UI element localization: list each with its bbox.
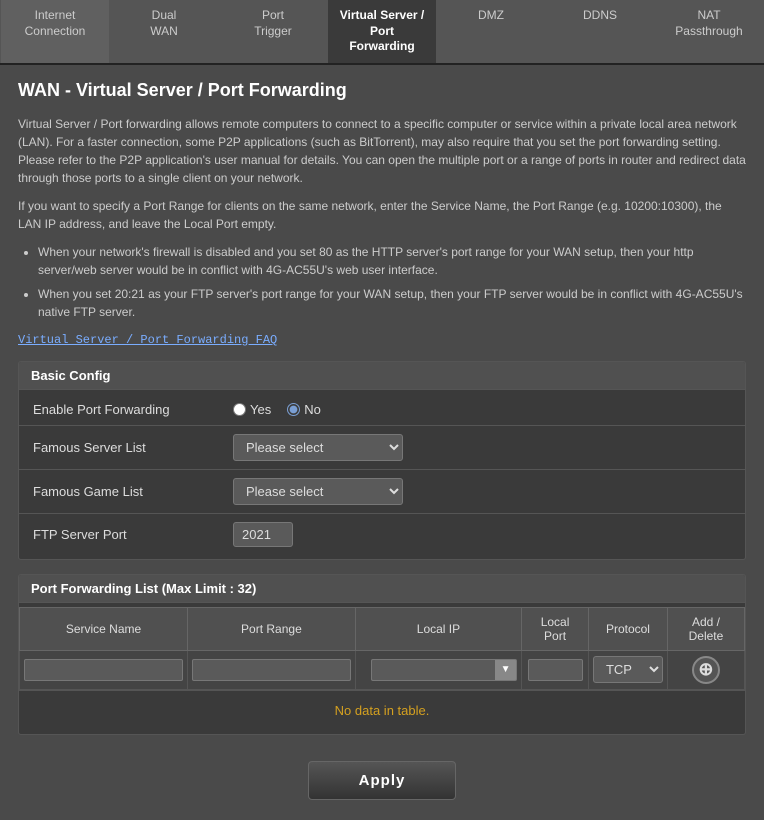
port-forwarding-list-body: Service Name Port Range Local IP Local P… — [19, 603, 745, 734]
enable-port-forwarding-label: Enable Port Forwarding — [33, 402, 233, 417]
col-local-ip: Local IP — [355, 607, 521, 650]
enable-port-forwarding-controls: Yes No — [233, 402, 731, 417]
cell-local-port — [522, 650, 589, 689]
apply-button-wrapper: Apply — [18, 749, 746, 806]
description-1: Virtual Server / Port forwarding allows … — [18, 115, 746, 187]
faq-link[interactable]: Virtual Server / Port Forwarding FAQ — [18, 333, 277, 347]
ftp-server-port-label: FTP Server Port — [33, 527, 233, 542]
tab-dual-wan[interactable]: DualWAN — [110, 0, 219, 63]
cell-protocol: TCP UDP BOTH — [588, 650, 667, 689]
cell-service-name — [20, 650, 188, 689]
tab-internet-connection[interactable]: InternetConnection — [0, 0, 110, 63]
col-port-range: Port Range — [188, 607, 356, 650]
famous-game-control: Please select — [233, 478, 731, 505]
col-service-name: Service Name — [20, 607, 188, 650]
ftp-server-port-control — [233, 522, 731, 547]
col-protocol: Protocol — [588, 607, 667, 650]
description-2: If you want to specify a Port Range for … — [18, 197, 746, 233]
add-row-button[interactable]: ⊕ — [692, 656, 720, 684]
tab-nat-passthrough[interactable]: NATPassthrough — [655, 0, 764, 63]
port-forwarding-list-panel: Port Forwarding List (Max Limit : 32) Se… — [18, 574, 746, 735]
enable-port-forwarding-row: Enable Port Forwarding Yes No — [19, 394, 745, 426]
cell-add-delete: ⊕ — [667, 650, 744, 689]
main-content: WAN - Virtual Server / Port Forwarding V… — [0, 65, 764, 820]
famous-server-select[interactable]: Please select — [233, 434, 403, 461]
no-data-message: No data in table. — [19, 690, 745, 730]
tab-dmz[interactable]: DMZ — [437, 0, 546, 63]
radio-yes-label: Yes — [250, 402, 271, 417]
famous-game-label: Famous Game List — [33, 484, 233, 499]
page-title: WAN - Virtual Server / Port Forwarding — [18, 80, 746, 101]
table-input-row: ▼ TCP UDP BOTH — [20, 650, 745, 689]
radio-group-port-forwarding: Yes No — [233, 402, 731, 417]
col-add-delete: Add / Delete — [667, 607, 744, 650]
tab-ddns[interactable]: DDNS — [546, 0, 655, 63]
col-local-port: Local Port — [522, 607, 589, 650]
cell-port-range — [188, 650, 356, 689]
ftp-server-port-row: FTP Server Port — [19, 514, 745, 555]
local-ip-input[interactable] — [371, 659, 506, 681]
radio-yes-option[interactable]: Yes — [233, 402, 271, 417]
famous-game-select[interactable]: Please select — [233, 478, 403, 505]
radio-no-input[interactable] — [287, 403, 300, 416]
ftp-server-port-input[interactable] — [233, 522, 293, 547]
bullet-list: When your network's firewall is disabled… — [38, 243, 746, 321]
port-range-input[interactable] — [192, 659, 351, 681]
basic-config-panel: Basic Config Enable Port Forwarding Yes … — [18, 361, 746, 560]
navigation-tabs: InternetConnection DualWAN PortTrigger V… — [0, 0, 764, 65]
local-ip-wrapper: ▼ — [360, 659, 517, 681]
famous-game-row: Famous Game List Please select — [19, 470, 745, 514]
radio-yes-input[interactable] — [233, 403, 246, 416]
port-forwarding-table: Service Name Port Range Local IP Local P… — [19, 607, 745, 690]
tab-port-trigger[interactable]: PortTrigger — [219, 0, 328, 63]
table-header-row: Service Name Port Range Local IP Local P… — [20, 607, 745, 650]
protocol-select[interactable]: TCP UDP BOTH — [593, 656, 663, 683]
basic-config-header: Basic Config — [19, 362, 745, 390]
cell-local-ip: ▼ — [355, 650, 521, 689]
port-forwarding-list-header: Port Forwarding List (Max Limit : 32) — [19, 575, 745, 603]
basic-config-body: Enable Port Forwarding Yes No — [19, 390, 745, 559]
famous-server-control: Please select — [233, 434, 731, 461]
local-port-input[interactable] — [528, 659, 583, 681]
radio-no-label: No — [304, 402, 321, 417]
famous-server-label: Famous Server List — [33, 440, 233, 455]
local-ip-dropdown-btn[interactable]: ▼ — [495, 659, 517, 681]
bullet-item-1: When your network's firewall is disabled… — [38, 243, 746, 279]
famous-server-row: Famous Server List Please select — [19, 426, 745, 470]
tab-virtual-server[interactable]: Virtual Server / PortForwarding — [328, 0, 437, 63]
service-name-input[interactable] — [24, 659, 183, 681]
radio-no-option[interactable]: No — [287, 402, 321, 417]
bullet-item-2: When you set 20:21 as your FTP server's … — [38, 285, 746, 321]
apply-button[interactable]: Apply — [308, 761, 457, 800]
